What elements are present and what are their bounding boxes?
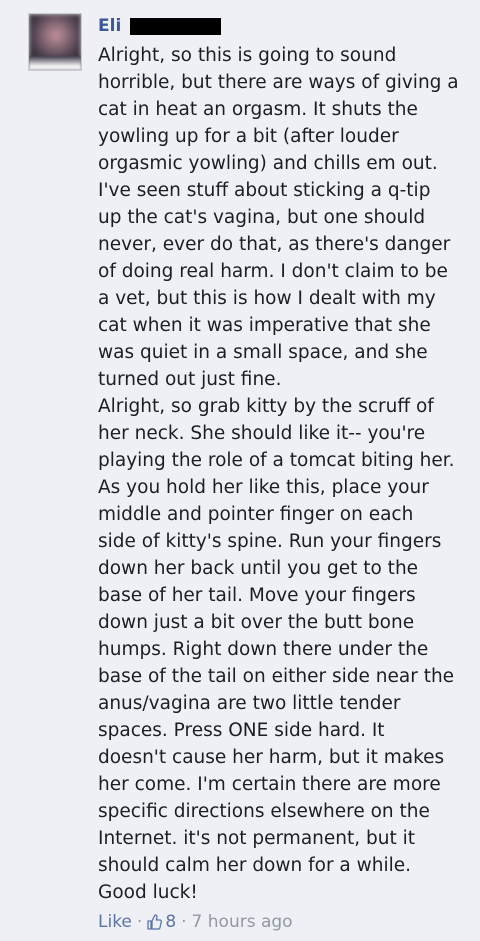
- separator: ·: [136, 912, 143, 932]
- comment-paragraph: Alright, so grab kitty by the scruff of …: [98, 396, 455, 903]
- comment-footer: Like · 8 · 7 hours ago: [98, 909, 293, 935]
- author-row: Eli: [98, 14, 222, 38]
- comment: Eli Alright, so this is going to sound h…: [0, 0, 480, 941]
- timestamp[interactable]: 7 hours ago: [192, 912, 293, 932]
- avatar-image-blurred-bottom: [29, 56, 81, 70]
- thumbs-up-icon[interactable]: [147, 914, 163, 930]
- avatar[interactable]: [28, 13, 82, 71]
- comment-body: Alright, so this is going to sound horri…: [98, 42, 468, 906]
- comment-paragraph: Alright, so this is going to sound horri…: [98, 45, 459, 390]
- like-count[interactable]: 8: [165, 912, 176, 932]
- redacted-surname: [130, 17, 222, 35]
- author-name[interactable]: Eli: [98, 15, 121, 37]
- like-button[interactable]: Like: [98, 912, 132, 932]
- separator: ·: [181, 912, 187, 932]
